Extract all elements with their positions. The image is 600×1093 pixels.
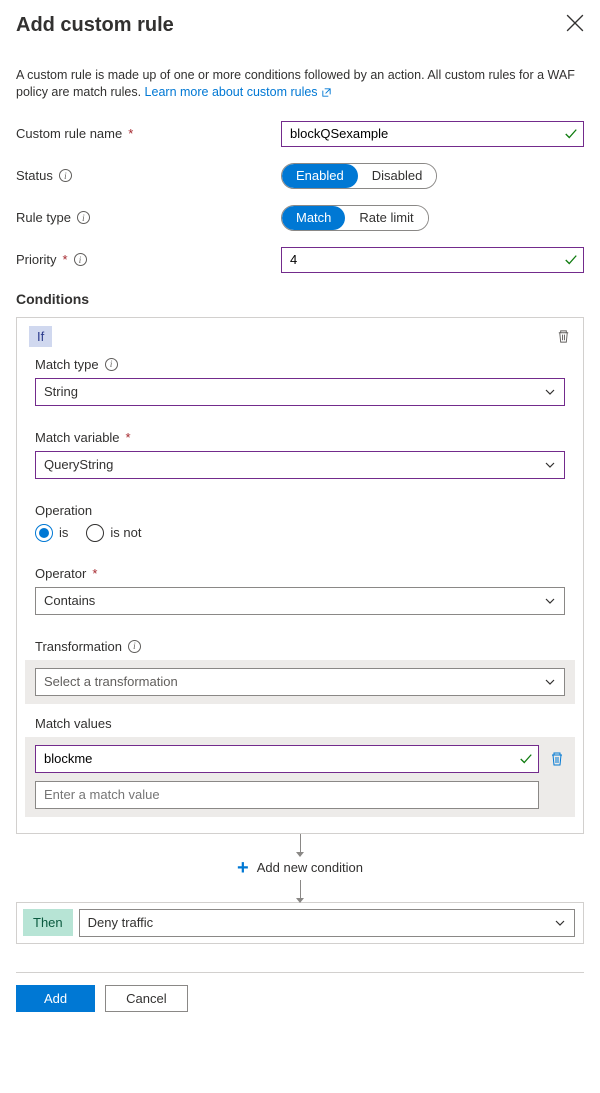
trash-icon[interactable]: [549, 751, 565, 767]
if-tag: If: [29, 326, 52, 347]
match-value-input-1[interactable]: [35, 745, 539, 773]
ruletype-label: Rule type i: [16, 210, 281, 225]
operation-label: Operation: [35, 503, 565, 518]
chevron-down-icon: [544, 386, 556, 398]
operation-isnot-radio[interactable]: is not: [86, 524, 141, 542]
match-variable-label: Match variable*: [35, 430, 565, 445]
then-tag: Then: [23, 909, 73, 936]
panel-title: Add custom rule: [16, 14, 174, 37]
close-icon[interactable]: [566, 14, 584, 32]
checkmark-icon: [564, 127, 578, 141]
priority-label: Priority* i: [16, 252, 281, 267]
add-button[interactable]: Add: [16, 985, 95, 1012]
checkmark-icon: [519, 752, 533, 766]
transformation-label: Transformation i: [35, 639, 565, 654]
chevron-down-icon: [544, 676, 556, 688]
connector-line: [16, 834, 584, 856]
info-icon[interactable]: i: [128, 640, 141, 653]
status-toggle[interactable]: Enabled Disabled: [281, 163, 437, 189]
description-text: A custom rule is made up of one or more …: [16, 67, 584, 101]
match-type-label: Match type i: [35, 357, 565, 372]
trash-icon[interactable]: [556, 329, 571, 344]
match-values-label: Match values: [35, 716, 565, 731]
info-icon[interactable]: i: [74, 253, 87, 266]
checkmark-icon: [564, 253, 578, 267]
rule-name-input[interactable]: [281, 121, 584, 147]
info-icon[interactable]: i: [105, 358, 118, 371]
ruletype-match[interactable]: Match: [282, 206, 345, 230]
cancel-button[interactable]: Cancel: [105, 985, 187, 1012]
external-link-icon: [321, 87, 332, 98]
required-marker: *: [128, 126, 133, 141]
ruletype-rate[interactable]: Rate limit: [345, 206, 427, 230]
match-type-select[interactable]: String: [35, 378, 565, 406]
learn-more-link[interactable]: Learn more about custom rules: [145, 85, 333, 99]
condition-block: If Match type i String Match variable* Q…: [16, 317, 584, 834]
learn-more-text: Learn more about custom rules: [145, 85, 318, 99]
then-action-select[interactable]: Deny traffic: [79, 909, 575, 937]
required-marker: *: [126, 430, 131, 445]
chevron-down-icon: [544, 459, 556, 471]
priority-input[interactable]: [281, 247, 584, 273]
status-label: Status i: [16, 168, 281, 183]
chevron-down-icon: [554, 917, 566, 929]
ruletype-toggle[interactable]: Match Rate limit: [281, 205, 429, 231]
operator-label: Operator*: [35, 566, 565, 581]
info-icon[interactable]: i: [77, 211, 90, 224]
connector-line: [16, 880, 584, 902]
chevron-down-icon: [544, 595, 556, 607]
status-disabled[interactable]: Disabled: [358, 164, 437, 188]
operation-is-radio[interactable]: is: [35, 524, 68, 542]
transformation-select[interactable]: Select a transformation: [35, 668, 565, 696]
conditions-heading: Conditions: [16, 291, 584, 307]
then-block: Then Deny traffic: [16, 902, 584, 944]
required-marker: *: [62, 252, 67, 267]
info-icon[interactable]: i: [59, 169, 72, 182]
match-variable-select[interactable]: QueryString: [35, 451, 565, 479]
add-condition-button[interactable]: + Add new condition: [16, 856, 584, 880]
name-label: Custom rule name*: [16, 126, 281, 141]
operator-select[interactable]: Contains: [35, 587, 565, 615]
required-marker: *: [92, 566, 97, 581]
match-value-input-new[interactable]: [35, 781, 539, 809]
plus-icon: +: [237, 858, 249, 878]
status-enabled[interactable]: Enabled: [282, 164, 358, 188]
